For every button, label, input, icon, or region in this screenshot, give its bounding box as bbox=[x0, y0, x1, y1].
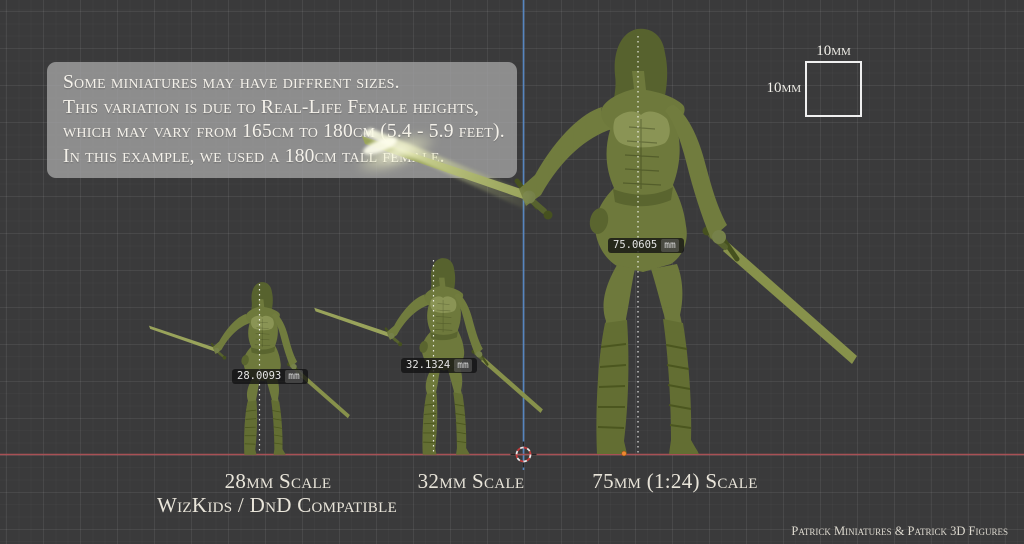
scene-canvas bbox=[0, 0, 1024, 544]
measurement-value: 28.0093 bbox=[237, 370, 281, 383]
measurement-label-28mm: 28.0093 mm bbox=[232, 369, 308, 384]
measurement-unit: mm bbox=[661, 239, 678, 252]
measurement-unit: mm bbox=[285, 370, 302, 383]
measurement-label-32mm: 32.1324 mm bbox=[401, 358, 477, 373]
reference-square-top-label: 10mm bbox=[805, 43, 862, 60]
sword-glow-effect bbox=[349, 122, 532, 210]
measurement-value: 32.1324 bbox=[406, 359, 450, 372]
reference-square bbox=[805, 61, 862, 117]
scale-label-28mm-subtitle: WizKids / DnD Compatible bbox=[157, 493, 397, 518]
measurement-label-75mm: 75.0605 mm bbox=[608, 238, 684, 253]
scale-label-28mm: 28mm Scale bbox=[225, 469, 332, 494]
miniature-32mm-figure[interactable] bbox=[314, 258, 543, 454]
scale-label-32mm: 32mm Scale bbox=[418, 469, 525, 494]
measurement-unit: mm bbox=[454, 359, 471, 372]
credit-text: Patrick Miniatures & Patrick 3D Figures bbox=[791, 524, 1008, 539]
3d-viewport[interactable]: Some miniatures may have diffrent sizes.… bbox=[0, 0, 1024, 544]
measurement-value: 75.0605 bbox=[613, 239, 657, 252]
reference-square-side-label: 10mm bbox=[721, 80, 801, 97]
scale-label-75mm: 75mm (1:24) Scale bbox=[592, 469, 757, 494]
object-origin-dot bbox=[622, 451, 627, 456]
